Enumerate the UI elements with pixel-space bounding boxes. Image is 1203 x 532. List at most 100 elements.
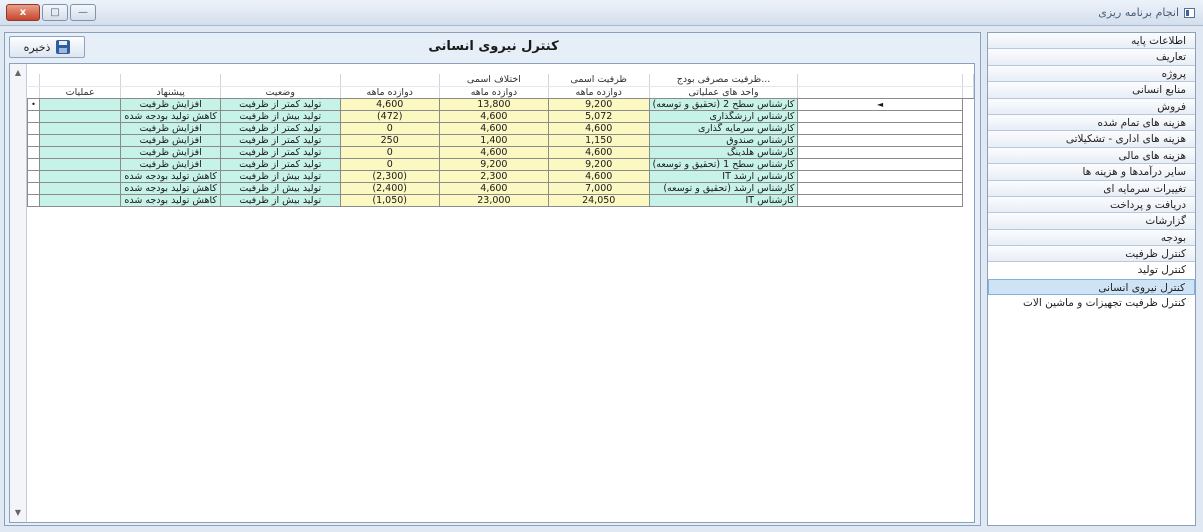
table-row[interactable]: کاهش تولید بودجه شده تولید بیش از ظرفیت (4… bbox=[27, 109, 974, 123]
nav-item[interactable]: منابع انسانی bbox=[988, 82, 1195, 99]
cell-ops[interactable] bbox=[38, 121, 122, 135]
cell-ind-right[interactable] bbox=[797, 193, 963, 207]
group-header-budget[interactable]: ظرفیت مصرفی بودج... bbox=[649, 74, 799, 87]
cell-unit[interactable]: کارشناس IT bbox=[648, 193, 799, 207]
scroll-up-icon[interactable]: ▲ bbox=[10, 66, 26, 80]
cell-diff[interactable]: 4,600 bbox=[339, 97, 440, 111]
cell-status[interactable]: تولید کمتر از ظرفیت bbox=[219, 145, 341, 159]
nav-item[interactable]: هزینه های تمام شده bbox=[988, 114, 1195, 132]
column-header-budget[interactable]: دوازده ماهه bbox=[548, 86, 650, 99]
cell-suggestion[interactable]: کاهش تولید بودجه شده bbox=[120, 109, 221, 123]
cell-ind-right[interactable] bbox=[797, 121, 963, 135]
cell-ind-right[interactable] bbox=[797, 157, 963, 171]
cell-budget[interactable]: 7,000 bbox=[547, 181, 650, 195]
cell-nominal[interactable]: 23,000 bbox=[438, 193, 549, 207]
cell-unit[interactable]: کارشناس سرمایه گذاری bbox=[648, 121, 799, 135]
cell-unit[interactable]: کارشناس ارزشگذاری bbox=[648, 109, 799, 123]
cell-diff[interactable]: (2,400) bbox=[339, 181, 440, 195]
cell-suggestion[interactable]: کاهش تولید بودجه شده bbox=[120, 193, 221, 207]
column-header-unit[interactable]: واحد های عملیاتی bbox=[649, 86, 799, 99]
save-button[interactable]: ذخیره bbox=[9, 36, 85, 58]
nav-item[interactable]: کنترل تولید bbox=[988, 262, 1195, 279]
cell-diff[interactable]: 0 bbox=[339, 157, 440, 171]
cell-suggestion[interactable]: افزایش ظرفیت bbox=[120, 121, 221, 135]
cell-ind-left[interactable] bbox=[27, 193, 40, 207]
cell-budget[interactable]: 4,600 bbox=[547, 145, 650, 159]
cell-suggestion[interactable]: افزایش ظرفیت bbox=[120, 145, 221, 159]
cell-ind-left[interactable] bbox=[27, 133, 40, 147]
cell-budget[interactable]: 4,600 bbox=[547, 121, 650, 135]
cell-ind-left[interactable] bbox=[27, 157, 40, 171]
cell-nominal[interactable]: 4,600 bbox=[438, 109, 549, 123]
table-row[interactable]: افزایش ظرفیت تولید کمتر از ظرفیت 250 1,400 1… bbox=[27, 133, 974, 147]
cell-ops[interactable] bbox=[38, 109, 122, 123]
nav-item[interactable]: اطلاعات پایه bbox=[988, 33, 1195, 50]
maximize-button[interactable]: □ bbox=[42, 4, 68, 21]
cell-ops[interactable] bbox=[38, 181, 122, 195]
cell-diff[interactable]: 0 bbox=[339, 121, 440, 135]
cell-budget[interactable]: 9,200 bbox=[547, 157, 650, 171]
cell-ops[interactable] bbox=[38, 193, 122, 207]
cell-unit[interactable]: کارشناس سطح 2 (تحقیق و توسعه) bbox=[648, 97, 799, 111]
cell-ops[interactable] bbox=[38, 97, 122, 111]
cell-status[interactable]: تولید بیش از ظرفیت bbox=[219, 169, 341, 183]
table-row[interactable]: کاهش تولید بودجه شده تولید بیش از ظرفیت (2… bbox=[27, 169, 974, 183]
group-header-diff[interactable]: اختلاف اسمی bbox=[439, 74, 549, 87]
cell-ops[interactable] bbox=[38, 133, 122, 147]
nav-item[interactable]: فروش bbox=[988, 98, 1195, 115]
nav-item[interactable]: تغییرات سرمایه ای bbox=[988, 180, 1195, 197]
table-row[interactable]: افزایش ظرفیت تولید کمتر از ظرفیت 0 4,600 4,6… bbox=[27, 145, 974, 159]
cell-ind-left[interactable]: • bbox=[27, 97, 40, 111]
table-row[interactable]: افزایش ظرفیت تولید کمتر از ظرفیت 0 4,600 4,6… bbox=[27, 121, 974, 135]
nav-item[interactable]: گزارشات bbox=[988, 213, 1195, 230]
cell-suggestion[interactable]: کاهش تولید بودجه شده bbox=[120, 169, 221, 183]
table-row[interactable]: افزایش ظرفیت تولید کمتر از ظرفیت 0 9,200 9,2… bbox=[27, 157, 974, 171]
cell-unit[interactable]: کارشناس هلدینگ bbox=[648, 145, 799, 159]
vertical-scrollbar[interactable]: ▲ ▼ bbox=[10, 64, 27, 522]
scroll-down-icon[interactable]: ▼ bbox=[10, 506, 26, 520]
cell-suggestion[interactable]: افزایش ظرفیت bbox=[120, 157, 221, 171]
cell-ops[interactable] bbox=[38, 169, 122, 183]
nav-item[interactable]: پروژه bbox=[988, 65, 1195, 83]
nav-item[interactable]: هزینه های مالی bbox=[988, 147, 1195, 165]
cell-diff[interactable]: (472) bbox=[339, 109, 440, 123]
cell-nominal[interactable]: 4,600 bbox=[438, 145, 549, 159]
cell-status[interactable]: تولید کمتر از ظرفیت bbox=[219, 97, 341, 111]
nav-item[interactable]: هزینه های اداری - تشکیلاتی bbox=[988, 131, 1195, 148]
column-header-status[interactable]: وضعیت bbox=[220, 86, 341, 99]
cell-budget[interactable]: 24,050 bbox=[547, 193, 650, 207]
cell-ind-right[interactable] bbox=[797, 133, 963, 147]
cell-ops[interactable] bbox=[38, 157, 122, 171]
cell-nominal[interactable]: 1,400 bbox=[438, 133, 549, 147]
cell-suggestion[interactable]: افزایش ظرفیت bbox=[120, 97, 221, 111]
group-header-nominal[interactable]: ظرفیت اسمی bbox=[548, 74, 650, 87]
cell-ind-right[interactable] bbox=[797, 181, 963, 195]
nav-item[interactable]: کنترل ظرفیت تجهیزات و ماشین الات bbox=[988, 295, 1195, 312]
cell-status[interactable]: تولید کمتر از ظرفیت bbox=[219, 121, 341, 135]
cell-ind-left[interactable] bbox=[27, 169, 40, 183]
column-header-nominal[interactable]: دوازده ماهه bbox=[439, 86, 549, 99]
cell-status[interactable]: تولید بیش از ظرفیت bbox=[219, 181, 341, 195]
cell-diff[interactable]: 0 bbox=[339, 145, 440, 159]
nav-item[interactable]: کنترل نیروی انسانی bbox=[988, 278, 1195, 296]
cell-ind-right[interactable]: ◄ bbox=[797, 97, 963, 111]
cell-budget[interactable]: 9,200 bbox=[547, 97, 650, 111]
close-button[interactable]: x bbox=[6, 4, 40, 21]
cell-status[interactable]: تولید کمتر از ظرفیت bbox=[219, 133, 341, 147]
table-row[interactable]: • افزایش ظرفیت تولید کمتر از ظرفیت 4,600 13,… bbox=[27, 97, 974, 111]
cell-ind-right[interactable] bbox=[797, 169, 963, 183]
cell-unit[interactable]: کارشناس سطح 1 (تحقیق و توسعه) bbox=[648, 157, 799, 171]
cell-status[interactable]: تولید کمتر از ظرفیت bbox=[219, 157, 341, 171]
cell-suggestion[interactable]: کاهش تولید بودجه شده bbox=[120, 181, 221, 195]
column-header-diff[interactable]: دوازده ماهه bbox=[340, 86, 440, 99]
table-row[interactable]: کاهش تولید بودجه شده تولید بیش از ظرفیت (1… bbox=[27, 193, 974, 207]
cell-unit[interactable]: کارشناس صندوق bbox=[648, 133, 799, 147]
nav-item[interactable]: سایر درآمدها و هزینه ها bbox=[988, 164, 1195, 181]
nav-item[interactable]: دریافت و پرداخت bbox=[988, 196, 1195, 214]
cell-ind-right[interactable] bbox=[797, 109, 963, 123]
cell-ind-left[interactable] bbox=[27, 109, 40, 123]
cell-unit[interactable]: کارشناس ارشد IT bbox=[648, 169, 799, 183]
cell-diff[interactable]: 250 bbox=[339, 133, 440, 147]
cell-budget[interactable]: 1,150 bbox=[547, 133, 650, 147]
cell-nominal[interactable]: 4,600 bbox=[438, 181, 549, 195]
